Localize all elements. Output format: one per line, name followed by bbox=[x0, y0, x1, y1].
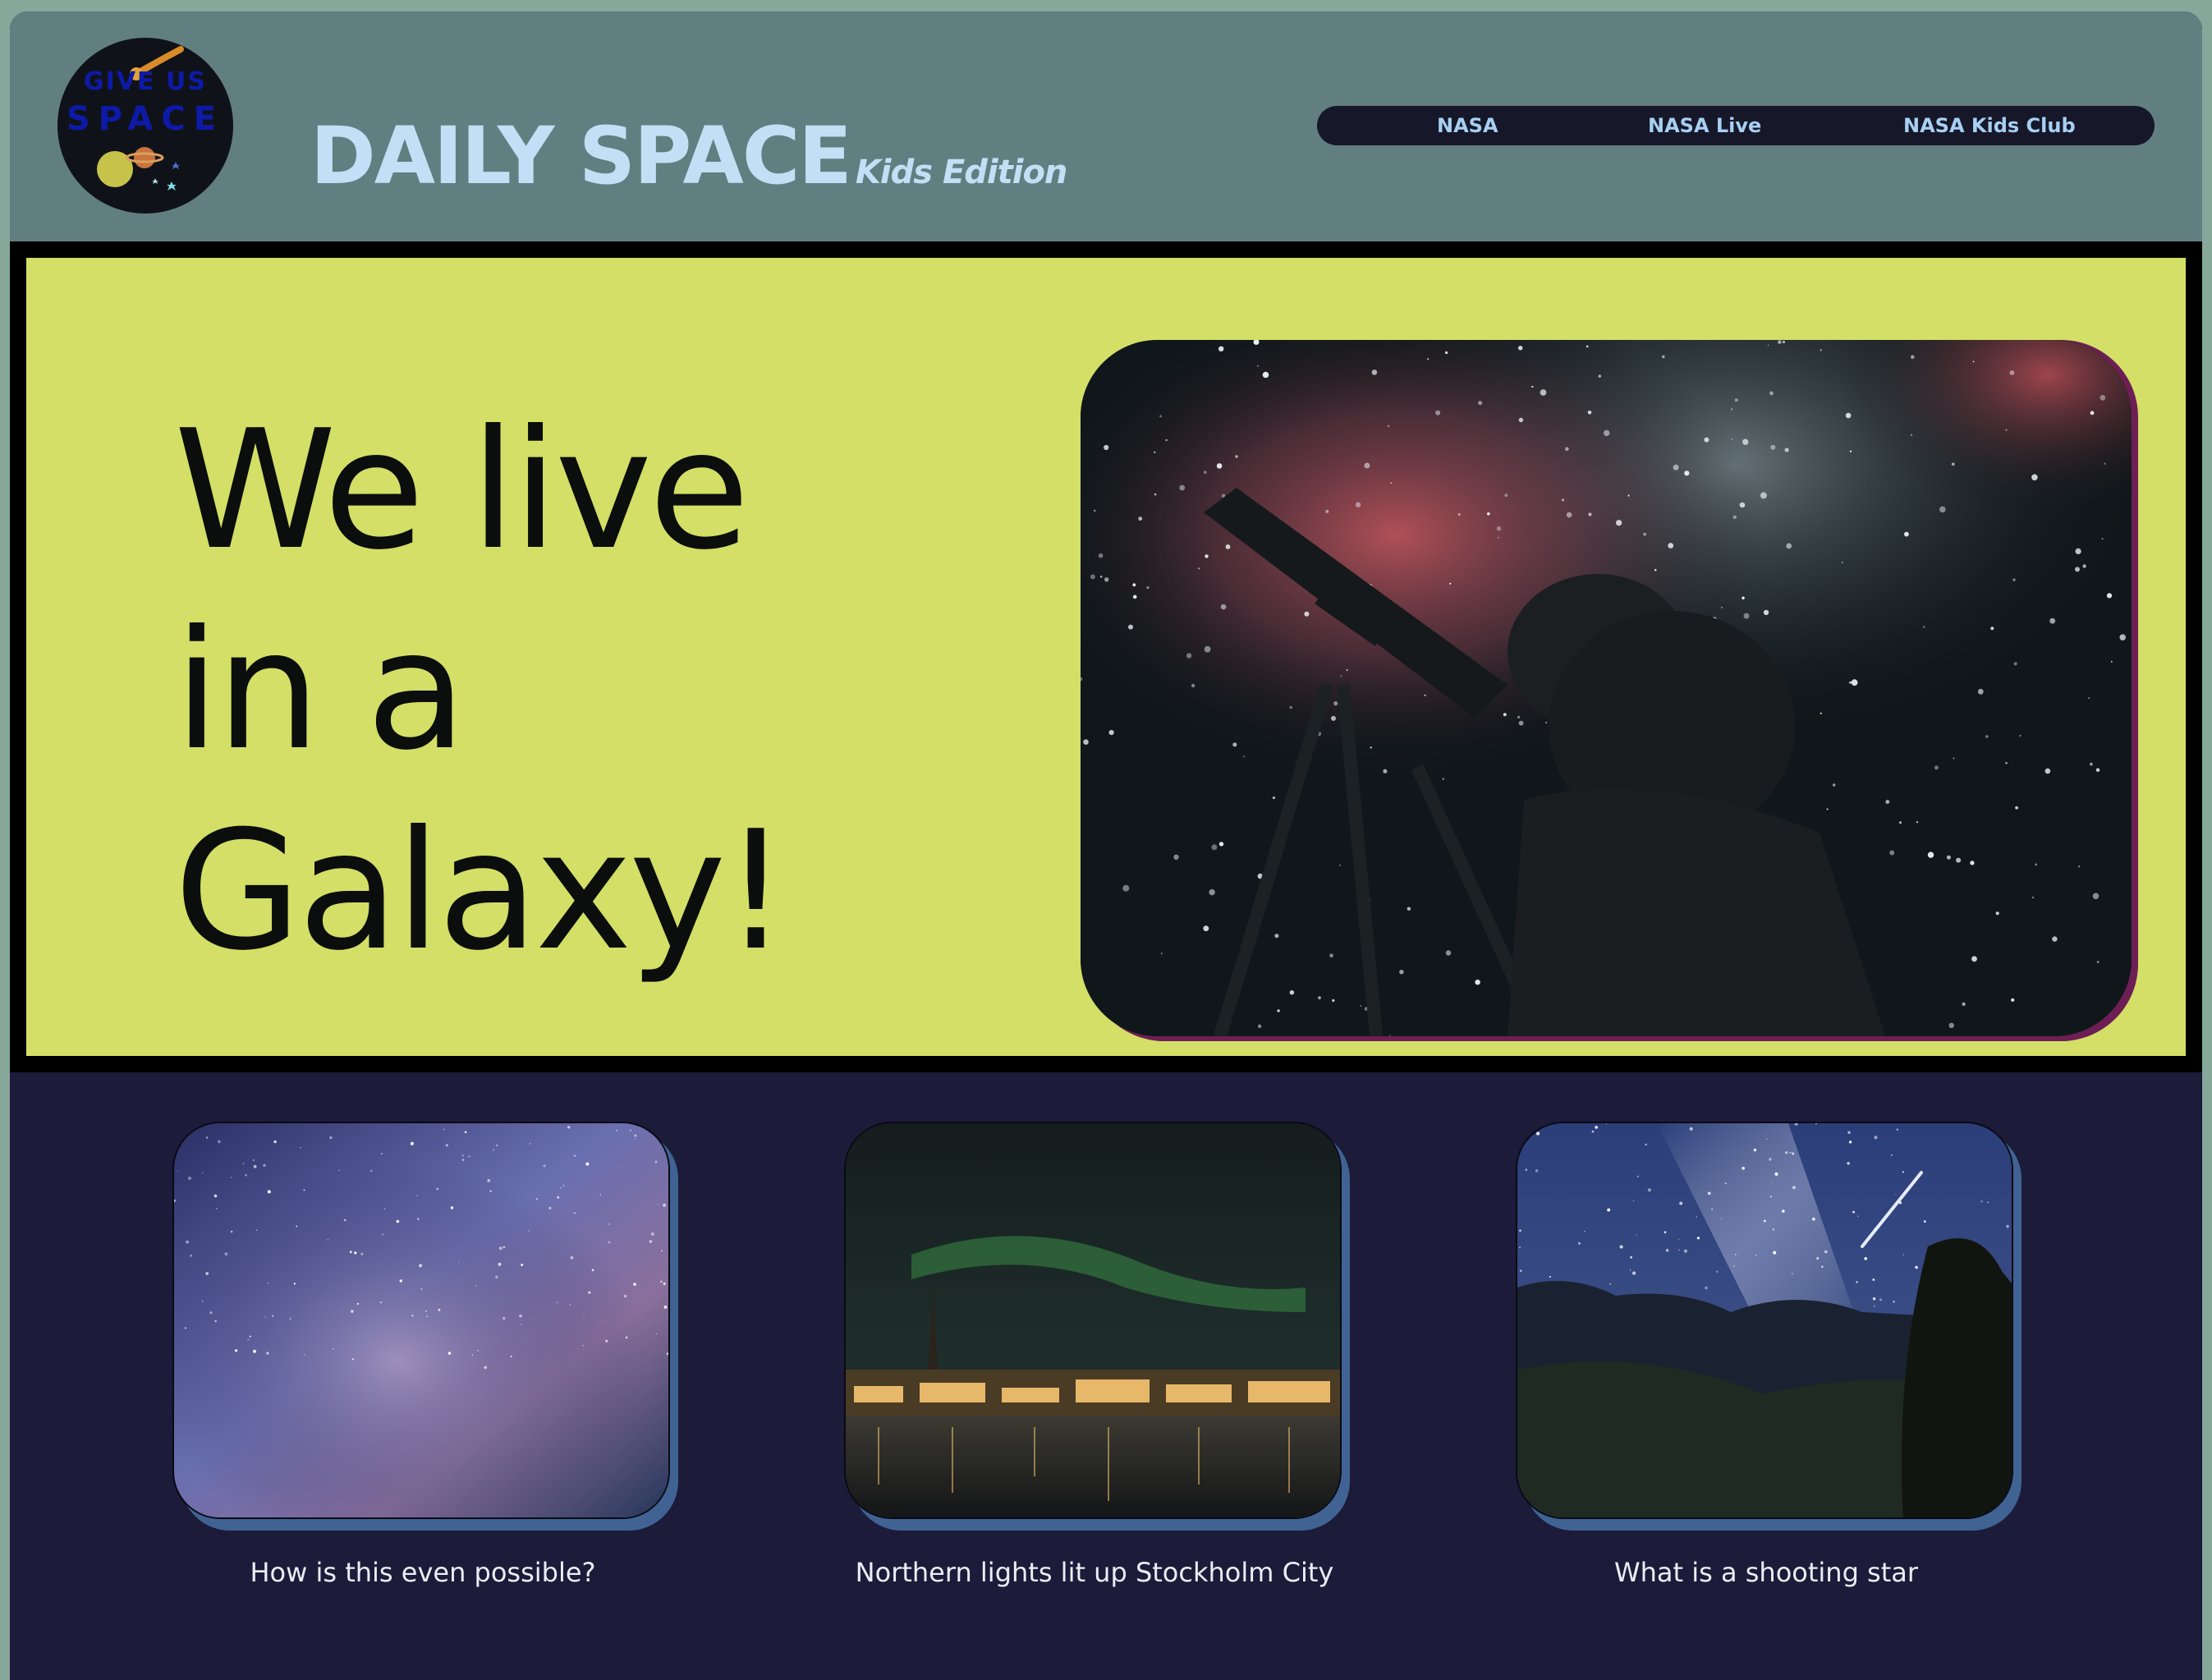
card-caption[interactable]: What is a shooting star bbox=[1466, 1557, 2066, 1588]
site-logo[interactable]: GIVE US SPACE bbox=[57, 38, 233, 213]
hero-headline-line2: in a bbox=[174, 595, 466, 787]
hero-headline-line3: Galaxy! bbox=[174, 796, 789, 987]
site-brand: DAILY SPACE Kids Edition bbox=[310, 117, 1067, 195]
logo-text-line2: SPACE bbox=[66, 100, 225, 138]
card-caption[interactable]: How is this even possible? bbox=[123, 1557, 723, 1588]
stockholm-photo bbox=[846, 1123, 1340, 1517]
card-image-milky-way[interactable] bbox=[172, 1122, 670, 1519]
nav-link-nasa[interactable]: NASA bbox=[1437, 106, 1498, 145]
nav-link-nasa-live[interactable]: NASA Live bbox=[1648, 106, 1761, 145]
card-caption[interactable]: Northern lights lit up Stockholm City bbox=[795, 1557, 1394, 1588]
hero-image-telescope bbox=[1081, 340, 2132, 1036]
page-frame: GIVE US SPACE DAILY SPACE Kids Edition NA… bbox=[10, 11, 2202, 1680]
logo-text-line1: GIVE US bbox=[84, 67, 207, 96]
site-header: GIVE US SPACE DAILY SPACE Kids Edition NA… bbox=[10, 11, 2202, 241]
card-image-stockholm[interactable] bbox=[844, 1122, 1342, 1519]
hero-headline: We live in a Galaxy! bbox=[174, 391, 789, 992]
milky-way-photo bbox=[174, 1123, 668, 1517]
nav-link-nasa-kids-club[interactable]: NASA Kids Club bbox=[1903, 106, 2076, 145]
hero-headline-line1: We live bbox=[174, 395, 750, 586]
telescope-photo bbox=[1081, 340, 2132, 1036]
brand-title: DAILY SPACE bbox=[310, 110, 852, 202]
shooting-star-photo bbox=[1517, 1123, 2012, 1517]
card-image-shooting-star[interactable] bbox=[1516, 1122, 2013, 1519]
brand-subtitle: Kids Edition bbox=[855, 154, 1068, 191]
top-nav: NASA NASA Live NASA Kids Club bbox=[1317, 106, 2155, 145]
